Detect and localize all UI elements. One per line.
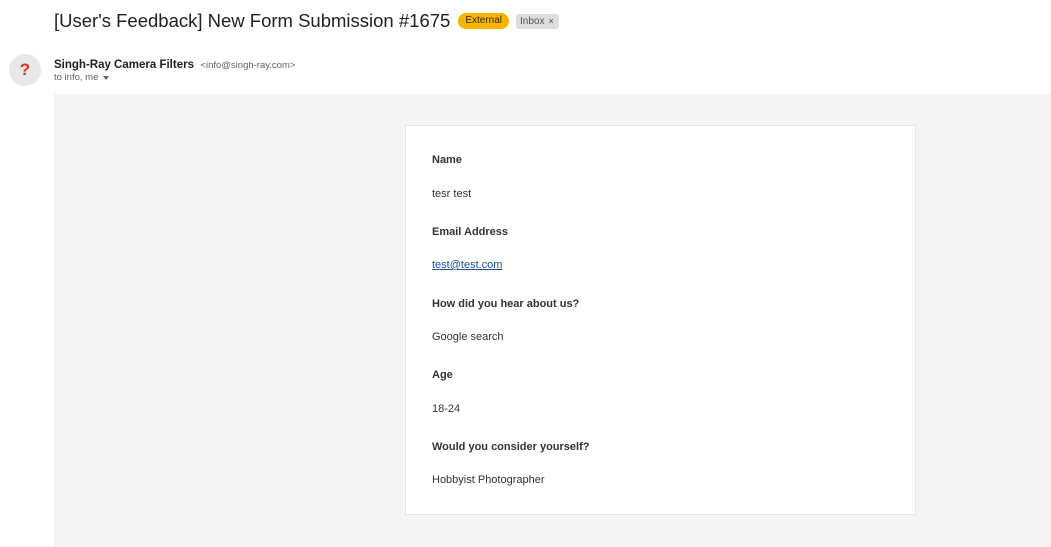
email-subject: [User's Feedback] New Form Submission #1…	[54, 10, 451, 31]
field-label-self-description: Would you consider yourself?	[432, 441, 590, 453]
field-value-self-description: Hobbyist Photographer	[432, 474, 545, 486]
question-mark-icon: ?	[19, 60, 31, 79]
field-label-email: Email Address	[432, 226, 509, 238]
field-value-source: Google search	[432, 331, 504, 343]
field-value-name: tesr test	[432, 188, 472, 200]
field-label-source: How did you hear about us?	[432, 298, 580, 310]
external-label: External	[458, 13, 509, 29]
field-label-name: Name	[432, 154, 462, 166]
close-icon[interactable]: ×	[548, 16, 553, 27]
field-value-email: test@test.com	[432, 259, 502, 271]
field-label-age: Age	[432, 369, 453, 381]
email-body: Name tesr test Email Address test@test.c…	[54, 94, 1051, 547]
sender-email: <info@singh-ray.com>	[200, 60, 296, 71]
form-submission-card: Name tesr test Email Address test@test.c…	[405, 125, 916, 515]
field-value-age: 18-24	[432, 403, 461, 415]
caret-down-icon[interactable]	[103, 75, 110, 80]
email-link[interactable]: test@test.com	[432, 259, 502, 271]
inbox-label[interactable]: Inbox ×	[516, 13, 559, 29]
recipients-text: to info, me	[54, 72, 99, 83]
subject-row: [User's Feedback] New Form Submission #1…	[54, 8, 559, 34]
sender-avatar[interactable]: ?	[9, 54, 41, 86]
sender-info: Singh-Ray Camera Filters <info@singh-ray…	[54, 55, 295, 73]
email-view: [User's Feedback] New Form Submission #1…	[0, 0, 1051, 547]
inbox-label-text: Inbox	[520, 15, 545, 27]
sender-name[interactable]: Singh-Ray Camera Filters	[54, 59, 194, 71]
recipients-line: to info, me	[54, 72, 110, 83]
